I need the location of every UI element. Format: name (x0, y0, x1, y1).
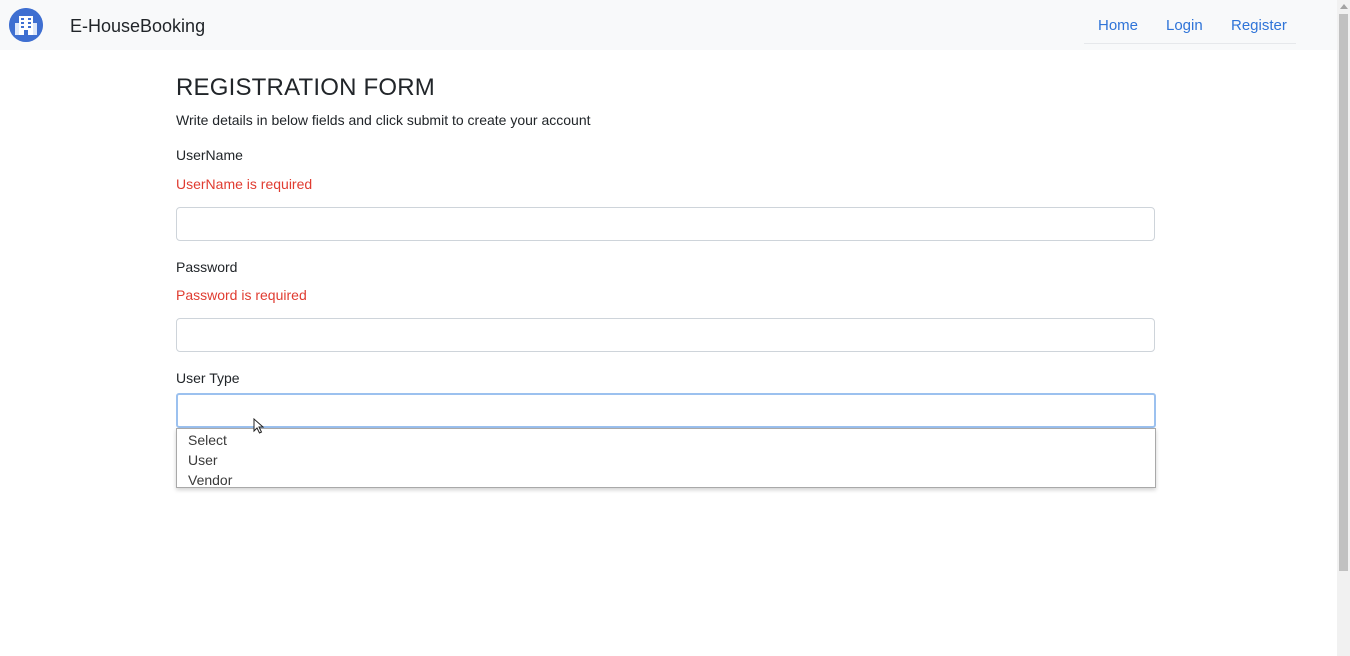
user-type-label: User Type (176, 370, 240, 386)
nav-login-link[interactable]: Login (1166, 17, 1203, 35)
user-type-option-vendor[interactable]: Vendor (188, 471, 232, 489)
page: E-HouseBooking Home Login Register REGIS… (0, 0, 1350, 656)
user-type-select[interactable] (176, 393, 1156, 428)
username-error: UserName is required (176, 176, 313, 192)
brand-name[interactable]: E-HouseBooking (70, 14, 205, 38)
nav-links: Home Login Register (1084, 6, 1296, 44)
navbar: E-HouseBooking Home Login Register (0, 0, 1337, 50)
username-input[interactable] (176, 207, 1155, 241)
mouse-cursor-icon (253, 418, 265, 434)
building-icon[interactable] (9, 8, 43, 42)
nav-register-link[interactable]: Register (1231, 17, 1287, 35)
user-type-dropdown: Select User Vendor (176, 428, 1156, 488)
user-type-option-select[interactable]: Select (188, 431, 227, 449)
password-input[interactable] (176, 318, 1155, 352)
user-type-option-user[interactable]: User (188, 451, 218, 469)
password-label: Password (176, 259, 238, 275)
scroll-up-arrow-icon[interactable] (1340, 4, 1348, 9)
scrollbar-thumb[interactable] (1339, 14, 1348, 571)
form-subtitle: Write details in below fields and click … (176, 112, 591, 128)
page-title: REGISTRATION FORM (176, 74, 435, 101)
vertical-scrollbar[interactable] (1337, 0, 1350, 656)
password-error: Password is required (176, 287, 307, 303)
nav-home-link[interactable]: Home (1098, 17, 1138, 35)
username-label: UserName (176, 147, 243, 163)
